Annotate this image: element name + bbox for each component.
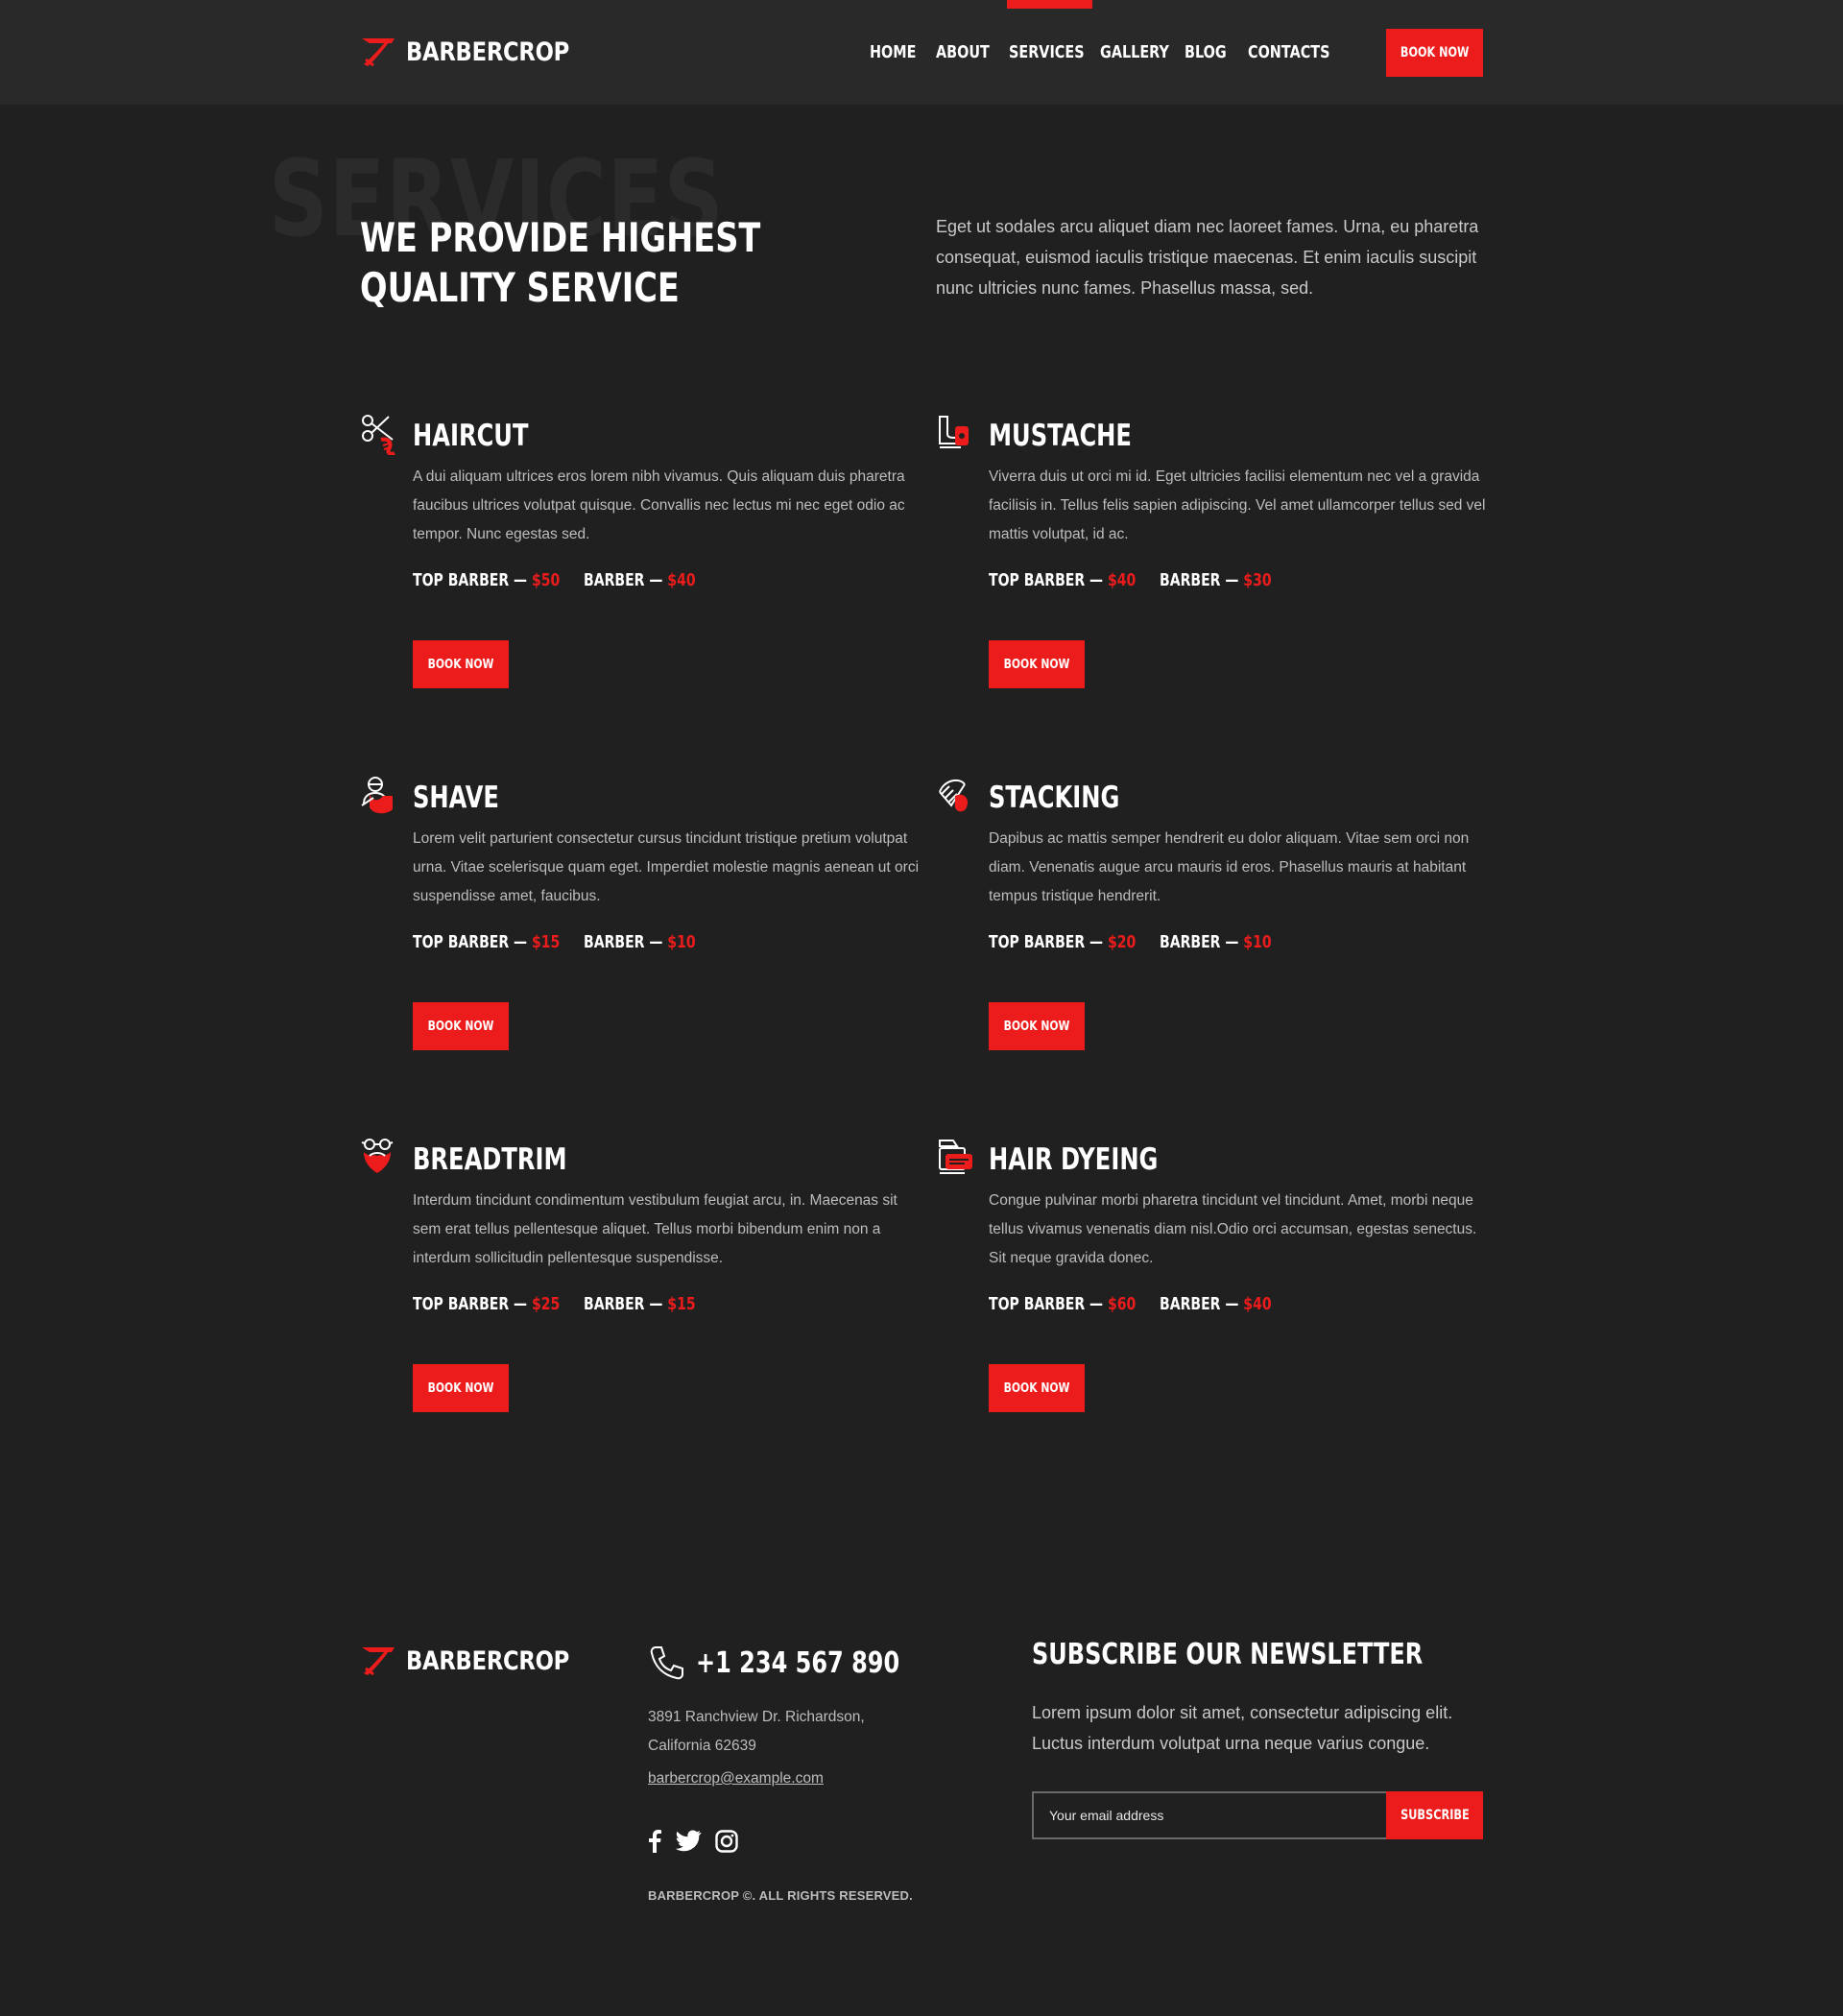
site-header: BARBERCROP HOME ABOUT SERVICES GALLERY B…: [0, 0, 1843, 105]
service-title: HAIR DYEING: [989, 1142, 1159, 1177]
address-line: 3891 Ranchview Dr. Richardson,: [648, 1709, 865, 1725]
service-title: SHAVE: [413, 780, 499, 815]
page-title: WE PROVIDE HIGHEST QUALITY SERVICE: [360, 214, 761, 311]
footer-address: 3891 Ranchview Dr. Richardson, Californi…: [648, 1703, 936, 1761]
mustache-icon: [939, 416, 969, 448]
service-description: Dapibus ac mattis semper hendrerit eu do…: [989, 830, 1470, 904]
nav-about[interactable]: ABOUT: [936, 0, 1009, 105]
header-book-now-button[interactable]: BOOK NOW: [1386, 29, 1483, 77]
barber-price: BARBER — $40: [1160, 1294, 1272, 1314]
service-description: Viverra duis ut orci mi id. Eget ultrici…: [989, 468, 1486, 542]
service-title: STACKING: [989, 780, 1120, 815]
footer-brand-name: BARBERCROP: [406, 1645, 570, 1676]
hair-dye-icon: [939, 1140, 972, 1174]
newsletter-form: SUBSCRIBE: [1032, 1791, 1483, 1839]
service-prices: TOP BARBER — $50 BARBER — $40: [413, 566, 728, 595]
nav-services[interactable]: SERVICES: [1007, 0, 1100, 105]
service-prices: TOP BARBER — $15 BARBER — $10: [413, 928, 728, 957]
main-nav: HOME ABOUT SERVICES GALLERY BLOG CONTACT…: [870, 0, 1344, 105]
service-prices: TOP BARBER — $20 BARBER — $10: [989, 928, 1304, 957]
barber-price: BARBER — $10: [584, 932, 696, 952]
facebook-icon[interactable]: [648, 1830, 661, 1853]
nav-gallery[interactable]: GALLERY: [1100, 0, 1185, 105]
phone-number: +1 234 567 890: [696, 1645, 900, 1680]
shave-icon: [361, 777, 393, 814]
nav-contacts[interactable]: CONTACTS: [1248, 0, 1344, 105]
address-line: California 62639: [648, 1738, 756, 1754]
book-now-button[interactable]: BOOK NOW: [989, 1364, 1085, 1412]
service-prices: TOP BARBER — $40 BARBER — $30: [989, 566, 1304, 595]
beard-glasses-icon: [361, 1139, 394, 1173]
barber-price: BARBER — $10: [1160, 932, 1272, 952]
service-title: MUSTACHE: [989, 419, 1132, 453]
razor-logo-icon: [362, 1647, 395, 1676]
service-description: A dui aliquam ultrices eros lorem nibh v…: [413, 468, 905, 542]
service-card-haircut: HAIRCUT A dui aliquam ultrices eros lore…: [360, 413, 905, 701]
book-now-button[interactable]: BOOK NOW: [989, 1002, 1085, 1050]
barber-price: BARBER — $30: [1160, 570, 1272, 590]
service-title: HAIRCUT: [413, 419, 529, 453]
service-description: Congue pulvinar morbi pharetra tincidunt…: [989, 1192, 1477, 1266]
service-description: Interdum tincidunt condimentum vestibulu…: [413, 1192, 898, 1266]
top-barber-price: TOP BARBER — $25: [413, 1294, 561, 1314]
book-now-button[interactable]: BOOK NOW: [413, 640, 509, 688]
twitter-icon[interactable]: [675, 1830, 702, 1853]
barber-price: BARBER — $40: [584, 570, 696, 590]
service-card-shave: SHAVE Lorem velit parturient consectetur…: [360, 775, 919, 1063]
footer-brand-logo[interactable]: BARBERCROP: [360, 1644, 600, 1678]
service-card-breadtrim: BREADTRIM Interdum tincidunt condimentum…: [360, 1137, 898, 1425]
scissors-comb-icon: [362, 415, 395, 455]
footer-phone[interactable]: +1 234 567 890: [648, 1644, 950, 1682]
newsletter-title: SUBSCRIBE OUR NEWSLETTER: [1032, 1638, 1424, 1671]
service-prices: TOP BARBER — $25 BARBER — $15: [413, 1290, 728, 1319]
top-barber-price: TOP BARBER — $40: [989, 570, 1137, 590]
brand-name: BARBERCROP: [406, 36, 570, 67]
service-title: BREADTRIM: [413, 1142, 567, 1177]
footer-email-link[interactable]: barbercrop@example.com: [648, 1770, 824, 1788]
nav-home[interactable]: HOME: [870, 0, 936, 105]
phone-icon: [650, 1646, 683, 1680]
top-barber-price: TOP BARBER — $15: [413, 932, 561, 952]
top-barber-price: TOP BARBER — $60: [989, 1294, 1137, 1314]
newsletter-description: Lorem ipsum dolor sit amet, consectetur …: [1032, 1703, 1453, 1753]
book-now-button[interactable]: BOOK NOW: [413, 1364, 509, 1412]
service-card-stacking: STACKING Dapibus ac mattis semper hendre…: [936, 775, 1473, 1063]
book-now-button[interactable]: BOOK NOW: [989, 640, 1085, 688]
hero-description: Eget ut sodales arcu aliquet diam nec la…: [936, 217, 1479, 298]
subscribe-button[interactable]: SUBSCRIBE: [1386, 1791, 1483, 1839]
top-barber-price: TOP BARBER — $50: [413, 570, 561, 590]
newsletter-email-input[interactable]: [1032, 1791, 1386, 1839]
service-description: Lorem velit parturient consectetur cursu…: [413, 830, 920, 904]
book-now-button[interactable]: BOOK NOW: [413, 1002, 509, 1050]
service-prices: TOP BARBER — $60 BARBER — $40: [989, 1290, 1304, 1319]
instagram-icon[interactable]: [715, 1830, 738, 1853]
social-links: [648, 1830, 738, 1853]
styling-icon: [939, 779, 969, 812]
nav-blog[interactable]: BLOG: [1185, 0, 1248, 105]
barber-price: BARBER — $15: [584, 1294, 696, 1314]
top-barber-price: TOP BARBER — $20: [989, 932, 1137, 952]
service-card-hair-dyeing: HAIR DYEING Congue pulvinar morbi pharet…: [936, 1137, 1476, 1425]
razor-logo-icon: [362, 38, 395, 67]
service-card-mustache: MUSTACHE Viverra duis ut orci mi id. Ege…: [936, 413, 1486, 701]
copyright: BARBERCROP ©. ALL RIGHTS RESERVED.: [648, 1888, 913, 1903]
brand-logo[interactable]: BARBERCROP: [360, 35, 600, 69]
